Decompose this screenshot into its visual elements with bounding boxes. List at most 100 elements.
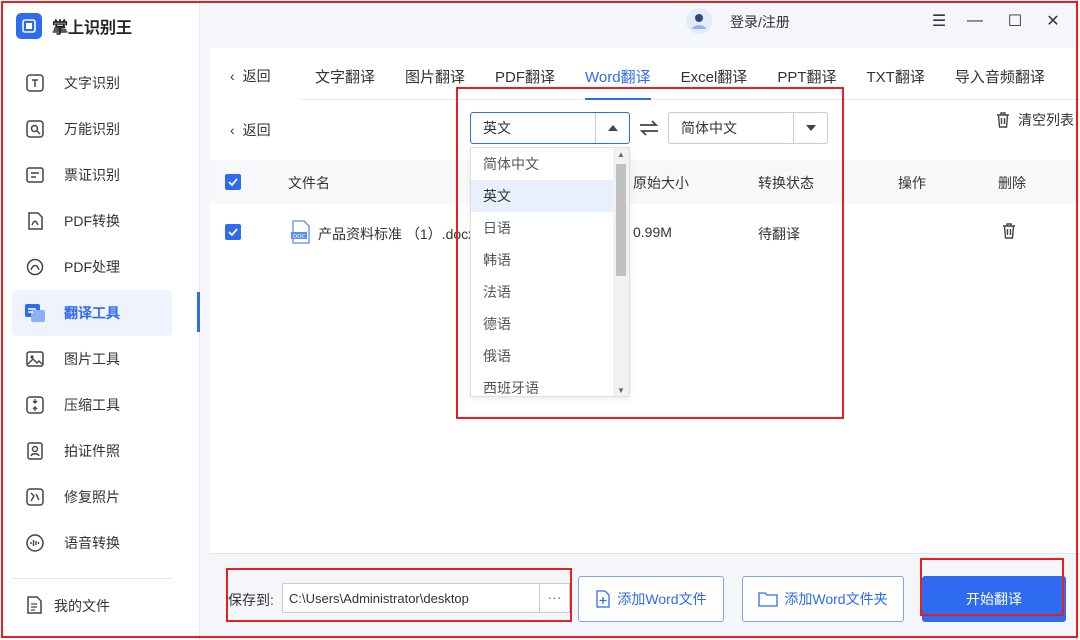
sidebar-item-label: 图片工具 xyxy=(64,351,120,367)
sidebar-item-label: 票证识别 xyxy=(64,167,120,183)
id-photo-icon xyxy=(24,440,46,462)
table-row[interactable]: DOC 产品资料标准 （1）.docx 0.99M 待翻译 xyxy=(210,204,1080,260)
sidebar-item-id-photo[interactable]: 拍证件照 xyxy=(0,428,200,474)
tab-ppt-translate[interactable]: PPT翻译 xyxy=(762,48,851,99)
my-files-label: 我的文件 xyxy=(54,598,110,614)
scrollbar-thumb[interactable] xyxy=(616,164,626,276)
header-status: 转换状态 xyxy=(758,175,814,191)
start-translate-button[interactable]: 开始翻译 xyxy=(922,576,1066,622)
tab-image-translate[interactable]: 图片翻译 xyxy=(390,48,480,99)
dropdown-option[interactable]: 俄语 xyxy=(471,340,615,372)
close-icon[interactable]: ✕ xyxy=(1042,10,1064,32)
dropdown-option[interactable]: 韩语 xyxy=(471,244,615,276)
translate-icon xyxy=(24,302,46,324)
source-language-dropdown: 简体中文 英文 日语 韩语 法语 德语 俄语 西班牙语 ▲ ▼ xyxy=(470,147,630,397)
voice-wave-icon xyxy=(24,532,46,554)
tabs-back-button[interactable]: ‹ 返回 xyxy=(230,66,271,86)
add-word-file-button[interactable]: 添加Word文件 xyxy=(578,576,724,622)
user-avatar-icon[interactable] xyxy=(686,8,712,34)
save-path-input[interactable] xyxy=(283,584,539,612)
sidebar-item-universal-ocr[interactable]: 万能识别 xyxy=(0,106,200,152)
back-button[interactable]: ‹ 返回 xyxy=(230,120,271,140)
app-title: 掌上识别王 xyxy=(52,20,133,37)
dropdown-option[interactable]: 简体中文 xyxy=(471,148,615,180)
scan-search-icon xyxy=(24,118,46,140)
source-language-value: 英文 xyxy=(483,120,511,136)
target-language-select[interactable]: 简体中文 xyxy=(668,112,828,144)
browse-path-button[interactable]: ··· xyxy=(539,584,569,612)
dropdown-option[interactable]: 日语 xyxy=(471,212,615,244)
trash-icon xyxy=(997,112,1009,128)
row-delete-button[interactable] xyxy=(1000,222,1018,243)
save-to-label: 保存到: xyxy=(228,592,274,608)
pdf-convert-icon xyxy=(24,210,46,232)
save-path-field[interactable]: ··· xyxy=(282,583,570,613)
sidebar-item-label: 修复照片 xyxy=(64,489,120,505)
header-action: 操作 xyxy=(898,175,926,191)
sidebar-item-label: 拍证件照 xyxy=(64,443,120,459)
tab-txt-translate[interactable]: TXT翻译 xyxy=(852,48,940,99)
sidebar-item-my-files[interactable]: 我的文件 xyxy=(24,592,110,620)
app-logo-icon xyxy=(16,13,42,39)
target-language-value: 简体中文 xyxy=(681,120,737,136)
header-filename: 文件名 xyxy=(288,175,330,191)
sidebar-item-pdf-process[interactable]: PDF处理 xyxy=(0,244,200,290)
translate-tabs: 文字翻译 图片翻译 PDF翻译 Word翻译 Excel翻译 PPT翻译 TXT… xyxy=(300,48,1080,100)
login-register-link[interactable]: 登录/注册 xyxy=(730,12,790,32)
repair-photo-icon xyxy=(24,486,46,508)
dropdown-option-selected[interactable]: 英文 xyxy=(471,180,615,212)
select-all-checkbox[interactable] xyxy=(225,174,241,190)
caret-down-icon[interactable] xyxy=(793,113,827,143)
doc-file-icon: DOC xyxy=(290,220,312,244)
row-checkbox[interactable] xyxy=(225,224,241,240)
dropdown-option[interactable]: 德语 xyxy=(471,308,615,340)
swap-languages-icon[interactable] xyxy=(638,118,660,138)
sidebar-item-pdf-convert[interactable]: PDF转换 xyxy=(0,198,200,244)
scroll-up-icon[interactable]: ▲ xyxy=(616,150,626,160)
row-size: 0.99M xyxy=(633,224,672,240)
minimize-icon[interactable]: — xyxy=(964,10,986,32)
folder-icon xyxy=(758,592,779,607)
sidebar-item-repair-photo[interactable]: 修复照片 xyxy=(0,474,200,520)
dropdown-scrollbar[interactable]: ▲ ▼ xyxy=(613,148,629,396)
tab-audio-translate[interactable]: 导入音频翻译 xyxy=(940,48,1060,99)
bottom-bar: 保存到: ··· 添加Word文件 添加Word文件夹 开始翻译 xyxy=(210,553,1080,640)
ticket-icon xyxy=(24,164,46,186)
image-icon xyxy=(24,348,46,370)
row-filename: 产品资料标准 （1）.docx xyxy=(318,226,476,242)
source-language-select[interactable]: 英文 xyxy=(470,112,630,144)
sidebar-item-ticket-ocr[interactable]: 票证识别 xyxy=(0,152,200,198)
sidebar-active-indicator xyxy=(197,292,200,332)
svg-text:DOC: DOC xyxy=(293,234,306,240)
sidebar-item-compress-tools[interactable]: 压缩工具 xyxy=(0,382,200,428)
app-header: 掌上识别王 xyxy=(16,12,132,40)
compress-icon xyxy=(24,394,46,416)
tab-text-translate[interactable]: 文字翻译 xyxy=(300,48,390,99)
add-word-folder-label: 添加Word文件夹 xyxy=(784,591,888,607)
table-header: 文件名 原始大小 转换状态 操作 删除 xyxy=(210,160,1080,204)
scroll-down-icon[interactable]: ▼ xyxy=(616,386,626,396)
caret-up-icon[interactable] xyxy=(595,113,629,143)
tab-pdf-translate[interactable]: PDF翻译 xyxy=(480,48,570,99)
sidebar-item-label: 语音转换 xyxy=(64,535,120,551)
sidebar-item-label: PDF转换 xyxy=(64,213,120,229)
dropdown-option[interactable]: 法语 xyxy=(471,276,615,308)
dropdown-option[interactable]: 西班牙语 xyxy=(471,372,615,396)
add-word-file-label: 添加Word文件 xyxy=(617,591,707,607)
menu-icon[interactable]: ☰ xyxy=(928,10,950,32)
tab-word-translate[interactable]: Word翻译 xyxy=(570,48,666,100)
sidebar-item-text-ocr[interactable]: 文字识别 xyxy=(0,60,200,106)
sidebar-item-label: PDF处理 xyxy=(64,259,120,275)
clear-list-button[interactable]: 清空列表 xyxy=(994,110,1074,130)
sidebar-item-voice-convert[interactable]: 语音转换 xyxy=(0,520,200,566)
add-word-folder-button[interactable]: 添加Word文件夹 xyxy=(742,576,904,622)
tab-excel-translate[interactable]: Excel翻译 xyxy=(666,48,763,99)
sidebar-item-translate-tools[interactable]: 翻译工具 xyxy=(12,290,172,336)
add-file-icon xyxy=(596,590,611,608)
chevron-left-icon: ‹ xyxy=(230,68,235,84)
sidebar-divider xyxy=(12,578,172,579)
maximize-icon[interactable]: ☐ xyxy=(1004,10,1026,32)
sidebar-item-image-tools[interactable]: 图片工具 xyxy=(0,336,200,382)
row-status: 待翻译 xyxy=(758,226,800,242)
sidebar-item-label: 万能识别 xyxy=(64,121,120,137)
